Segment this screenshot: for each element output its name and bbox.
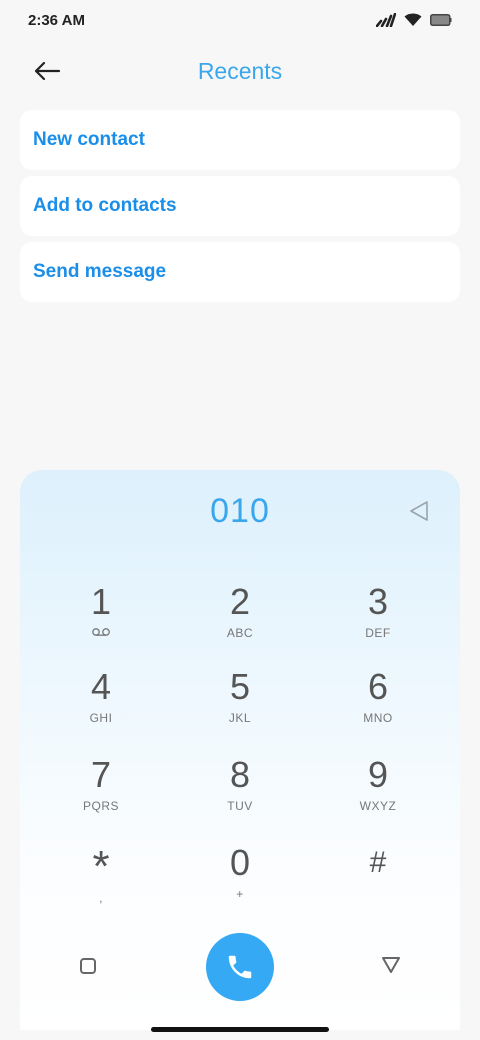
recent-apps-button[interactable] <box>74 952 102 980</box>
key-digit: 5 <box>229 666 251 707</box>
key-digit: # <box>369 846 387 879</box>
key-8[interactable]: 8 TUV <box>180 755 300 833</box>
key-letters: ABC <box>226 626 254 640</box>
square-icon <box>80 958 96 974</box>
key-letters: + <box>236 887 244 901</box>
status-icons <box>376 13 452 27</box>
key-letters: DEF <box>365 626 391 640</box>
key-letters: WXYZ <box>359 799 397 813</box>
key-3[interactable]: 3 DEF <box>318 582 438 660</box>
home-indicator[interactable] <box>151 1027 329 1032</box>
key-digit: 9 <box>367 754 389 795</box>
key-0[interactable]: 0 + <box>180 843 300 921</box>
key-digit: 6 <box>367 666 389 707</box>
collapse-dialpad-button[interactable] <box>376 950 406 980</box>
status-time: 2:36 AM <box>28 12 85 29</box>
status-bar: 2:36 AM <box>0 0 480 44</box>
backspace-button[interactable] <box>408 500 430 522</box>
key-digit: 8 <box>229 754 251 795</box>
dialed-number: 010 <box>210 492 270 530</box>
key-letters: TUV <box>227 799 253 813</box>
key-digit: * <box>92 842 110 891</box>
key-letters: , <box>99 891 103 905</box>
voicemail-icon <box>41 626 161 640</box>
new-contact-label: New contact <box>33 129 145 150</box>
key-5[interactable]: 5 JKL <box>180 667 300 745</box>
key-digit: 0 <box>229 842 251 883</box>
add-to-contacts-button[interactable]: Add to contacts <box>20 176 460 236</box>
key-letters: MNO <box>363 711 393 725</box>
key-1[interactable]: 1 <box>41 582 161 660</box>
wifi-icon <box>404 13 422 26</box>
key-digit: 2 <box>229 581 251 622</box>
key-digit: 1 <box>90 581 112 622</box>
phone-icon <box>228 955 252 979</box>
key-9[interactable]: 9 WXYZ <box>318 755 438 833</box>
add-to-contacts-label: Add to contacts <box>33 195 177 216</box>
key-digit: 7 <box>90 754 112 795</box>
key-star[interactable]: * , <box>41 842 161 925</box>
key-letters: JKL <box>228 711 252 725</box>
battery-icon <box>430 14 452 26</box>
key-digit: 4 <box>90 666 112 707</box>
dialpad-panel: 010 1 2 ABC 3 DEF 4 GHI 5 JKL 6 MNO 7 PQ… <box>20 470 460 1030</box>
header: Recents <box>0 44 480 100</box>
call-button[interactable] <box>206 933 274 1001</box>
key-letters: PQRS <box>82 799 119 813</box>
send-message-label: Send message <box>33 261 167 282</box>
key-7[interactable]: 7 PQRS <box>41 755 161 833</box>
signal-icon <box>376 13 396 27</box>
key-4[interactable]: 4 GHI <box>41 667 161 745</box>
key-2[interactable]: 2 ABC <box>180 582 300 660</box>
key-hash[interactable]: # <box>318 843 438 921</box>
send-message-button[interactable]: Send message <box>20 242 460 302</box>
key-6[interactable]: 6 MNO <box>318 667 438 745</box>
key-digit: 3 <box>367 581 389 622</box>
page-title: Recents <box>197 58 283 84</box>
key-letters: GHI <box>89 711 113 725</box>
new-contact-button[interactable]: New contact <box>20 110 460 170</box>
triangle-down-icon <box>382 957 400 973</box>
backspace-icon <box>410 501 428 521</box>
